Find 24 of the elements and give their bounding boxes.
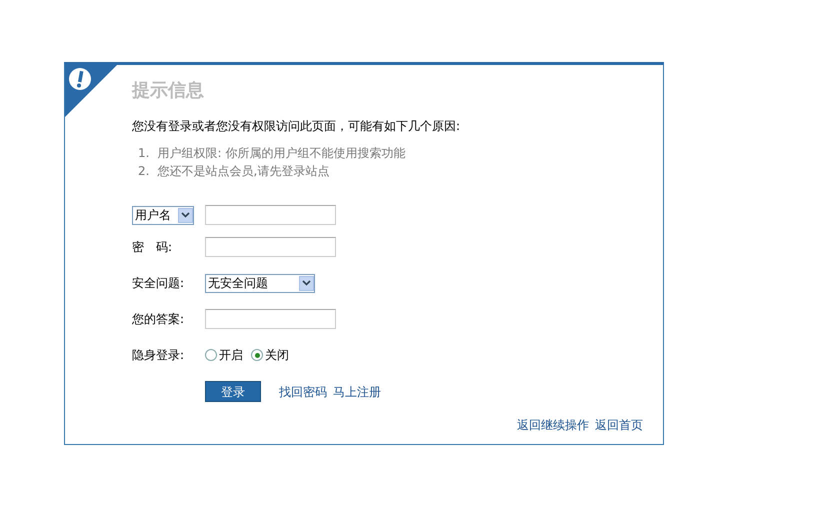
input-field[interactable]: [205, 205, 336, 225]
reason-text: 用户组权限: 你所属的用户组不能使用搜索功能: [157, 145, 406, 162]
list-number: 2.: [138, 163, 150, 180]
field-label: 安全问题:: [132, 275, 186, 292]
field-label: 您的答案:: [132, 311, 186, 328]
input-field[interactable]: [205, 309, 336, 329]
question-select[interactable]: 无安全问题: [205, 274, 315, 292]
input-field[interactable]: [205, 237, 336, 257]
radio-option[interactable]: 开启: [205, 346, 243, 364]
radio-button[interactable]: [205, 349, 217, 361]
message-text: 您没有登录或者您没有权限访问此页面，可能有如下几个原因:: [132, 118, 462, 134]
link[interactable]: 返回继续操作: [517, 416, 589, 434]
reason-text: 您还不是站点会员,请先登录站点: [157, 163, 330, 180]
radio-option[interactable]: 关闭: [251, 346, 289, 364]
field-label: 密 码:: [132, 239, 174, 256]
login-type-select[interactable]: 用户名: [132, 206, 194, 224]
login-button[interactable]: 登录: [205, 381, 261, 402]
list-number: 1.: [138, 145, 150, 162]
radio-button[interactable]: [251, 349, 263, 361]
panel-title: 提示信息: [132, 79, 205, 103]
link[interactable]: 马上注册: [333, 382, 381, 400]
field-label: 隐身登录:: [132, 347, 186, 364]
link[interactable]: 返回首页: [595, 416, 643, 434]
link[interactable]: 找回密码: [279, 382, 327, 400]
